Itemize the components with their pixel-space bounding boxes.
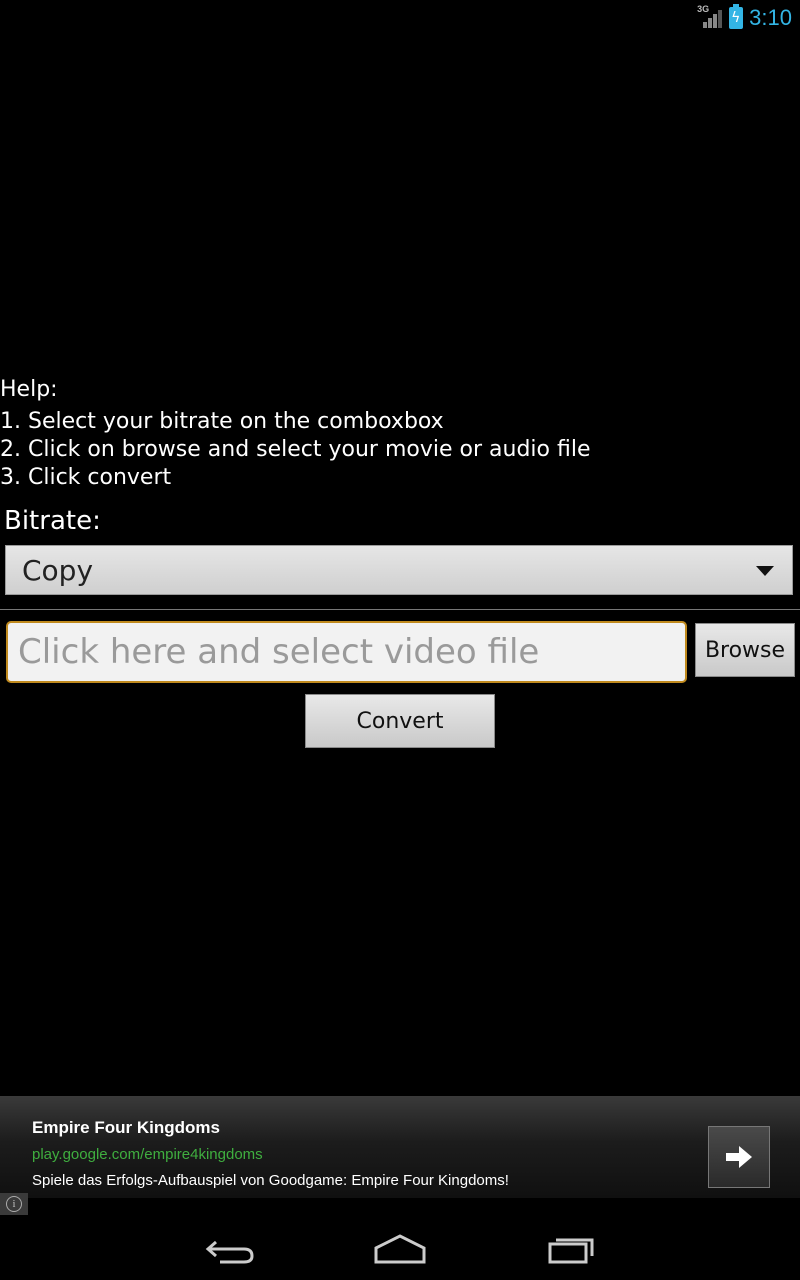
status-icons: 3G ϟ 3:10 [697,4,792,32]
status-clock: 3:10 [749,5,792,30]
app-screen: 3G ϟ 3:10 Help: 1. Select your bitrate o… [0,0,800,1280]
help-step-3: 3. Click convert [0,465,172,490]
help-step-2: 2. Click on browse and select your movie… [0,437,591,462]
back-icon [205,1240,254,1264]
convert-button[interactable]: Convert [305,694,495,748]
home-button[interactable] [370,1230,430,1270]
ad-info-button[interactable]: i [0,1193,28,1215]
bitrate-spinner[interactable]: Copy [5,545,793,595]
back-button[interactable] [200,1230,260,1270]
signal-icon: 3G [697,4,723,30]
recent-apps-icon [548,1238,594,1264]
ad-go-button[interactable] [708,1126,770,1188]
help-step-1: 1. Select your bitrate on the comboxbox [0,409,444,434]
help-title: Help: [0,377,58,402]
status-bar: 3G ϟ 3:10 [0,0,800,36]
bitrate-label: Bitrate: [4,506,101,536]
dropdown-arrow-icon [756,566,774,576]
battery-charging-icon: ϟ [729,4,744,29]
bitrate-selected-value: Copy [22,554,94,587]
ad-url: play.google.com/empire4kingdoms [32,1146,263,1163]
home-icon [374,1234,426,1264]
ad-banner[interactable]: Empire Four Kingdoms play.google.com/emp… [0,1096,800,1198]
browse-button[interactable]: Browse [695,623,795,677]
info-icon: i [6,1196,22,1212]
network-type: 3G [697,4,710,14]
divider [0,609,800,610]
help-section: Help: 1. Select your bitrate on the comb… [0,376,800,492]
navigation-bar [0,1216,800,1280]
ad-title: Empire Four Kingdoms [32,1118,220,1137]
arrow-right-icon [726,1146,752,1168]
video-file-input[interactable] [6,621,687,683]
recent-apps-button[interactable] [542,1230,602,1270]
ad-description: Spiele das Erfolgs-Aufbauspiel von Goodg… [32,1172,509,1189]
